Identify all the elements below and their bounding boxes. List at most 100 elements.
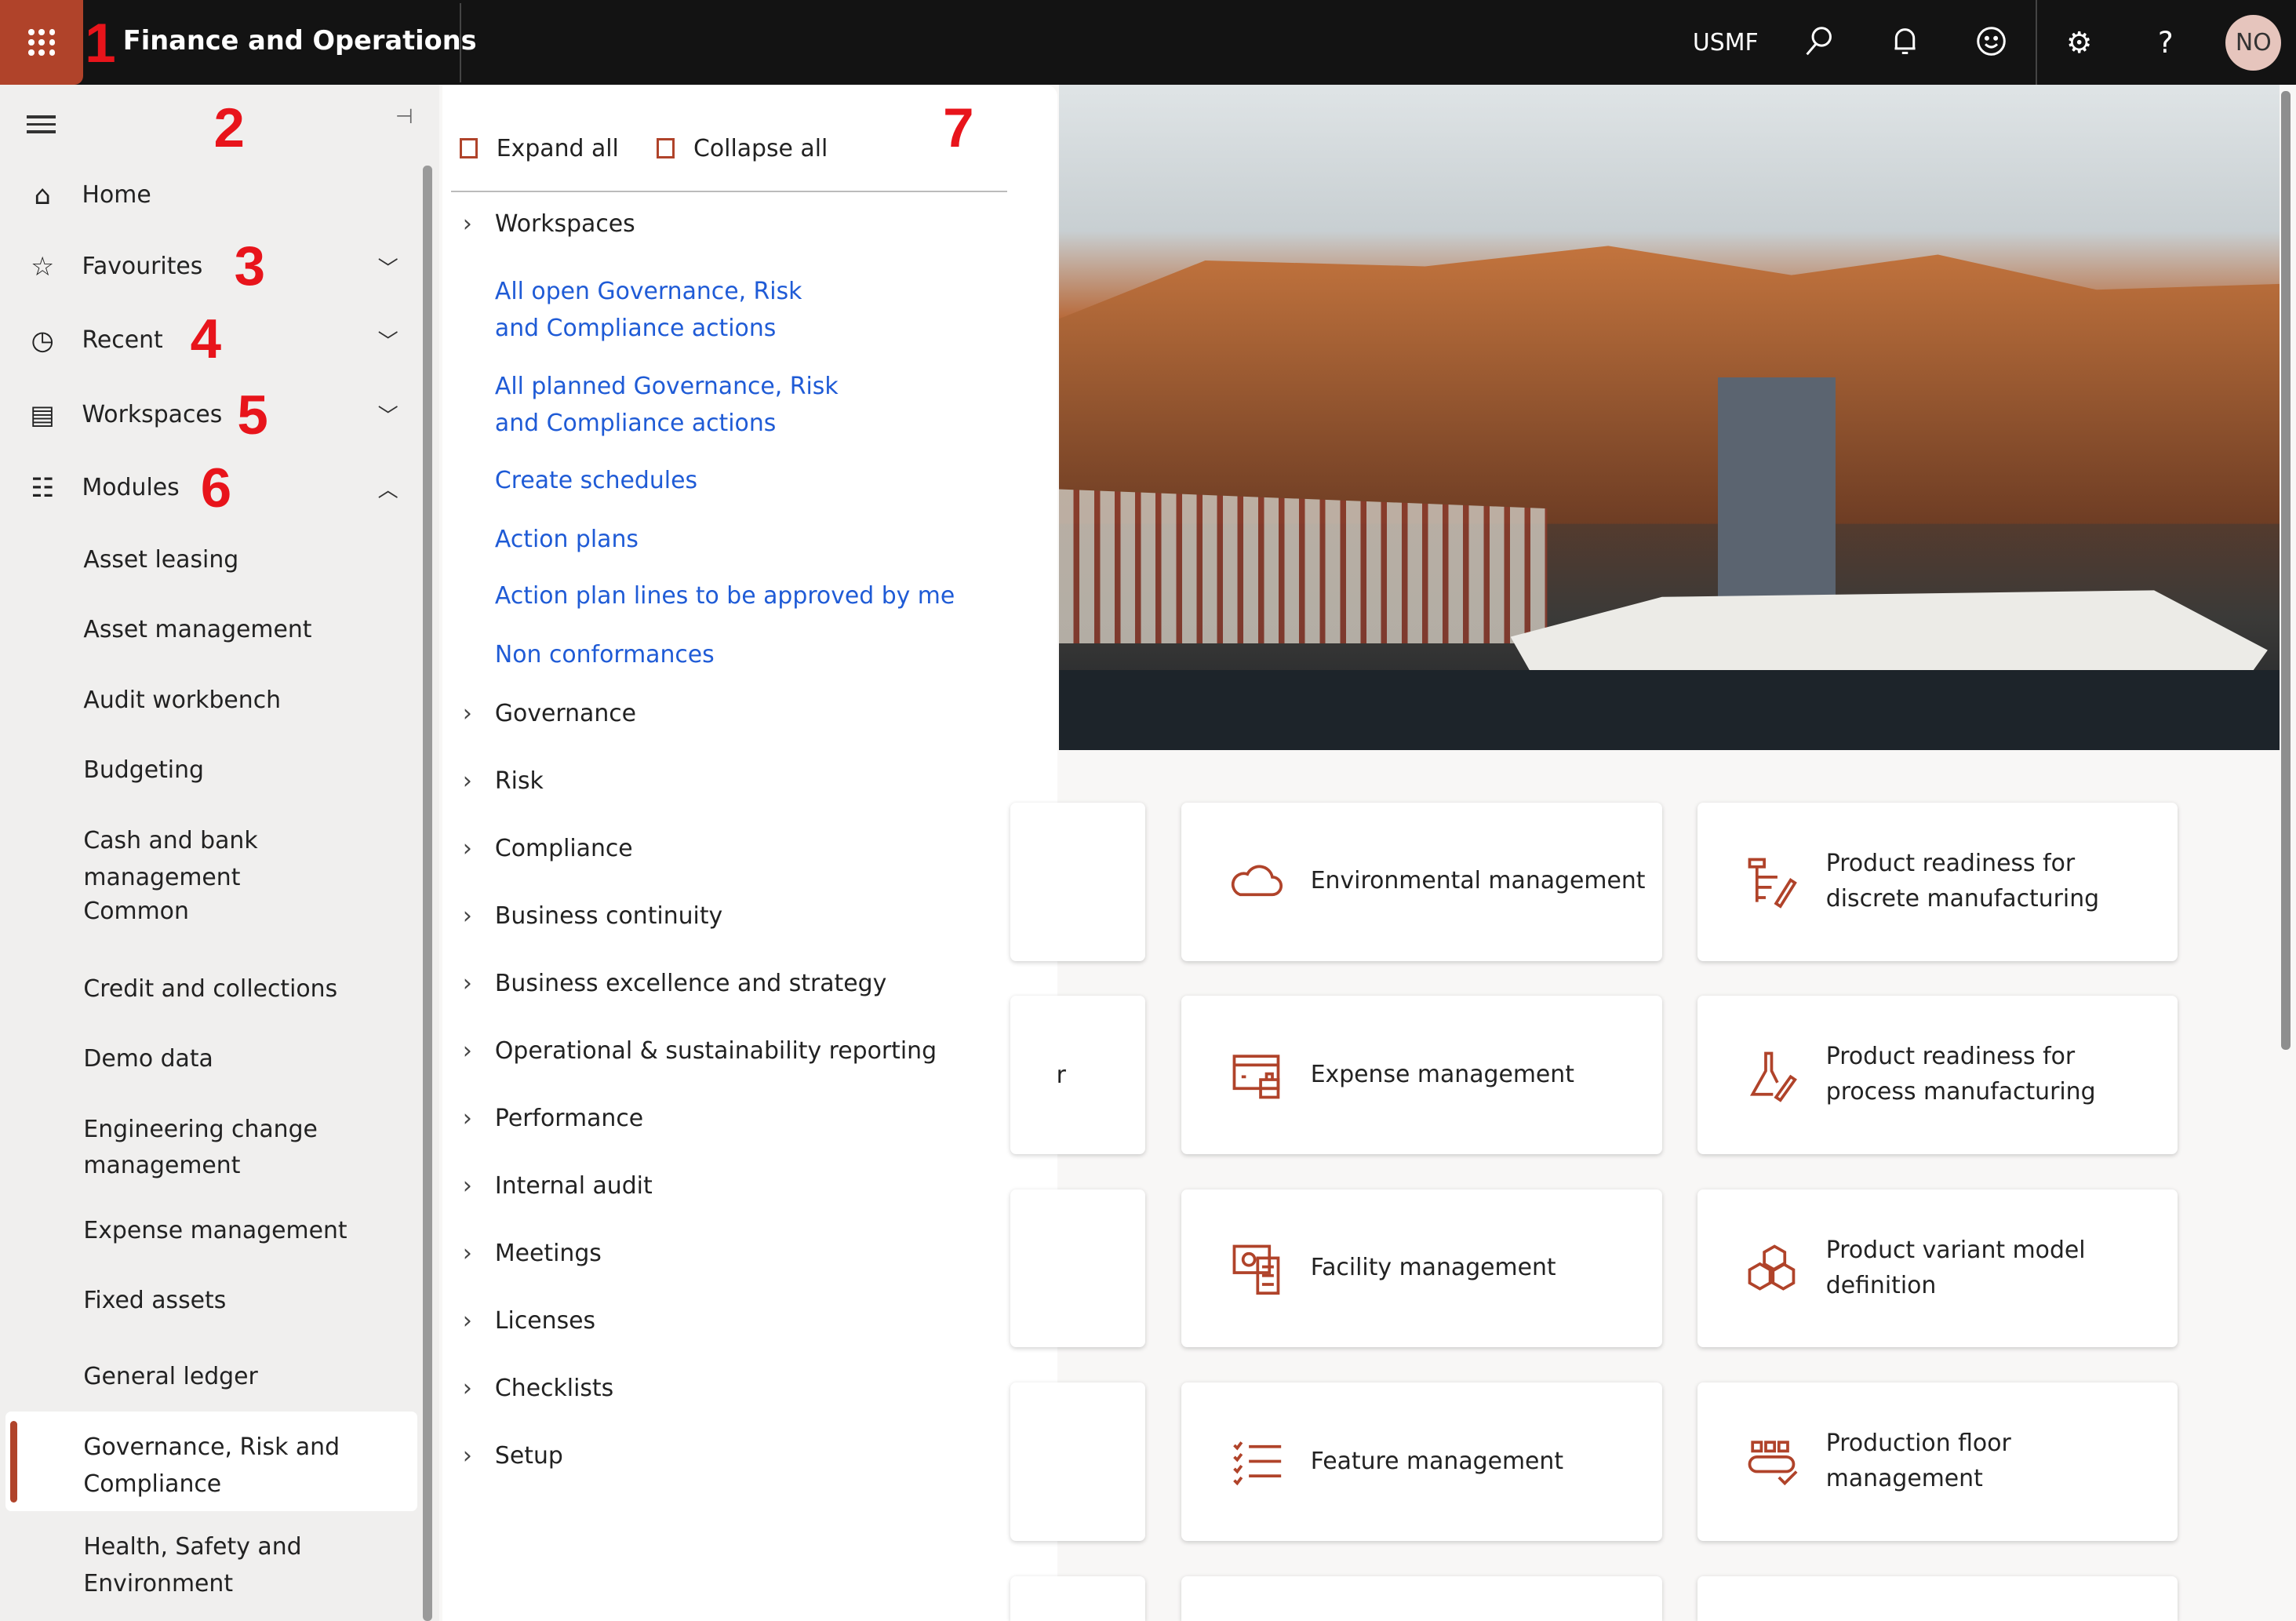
module-item[interactable]: Credit and collections bbox=[83, 971, 413, 1008]
module-item[interactable]: Cash and bank management bbox=[83, 823, 413, 896]
company-picker[interactable]: USMF bbox=[1693, 29, 1759, 56]
tile-partial[interactable]: r bbox=[1010, 996, 1145, 1154]
flyout-group[interactable]: › Checklists bbox=[463, 1371, 614, 1408]
module-item[interactable]: Expense management bbox=[83, 1213, 413, 1250]
group-workspaces[interactable]: › Workspaces bbox=[463, 206, 635, 243]
module-item[interactable]: Audit workbench bbox=[83, 683, 413, 719]
nav-item-home[interactable]: ⌂ Home bbox=[0, 173, 424, 217]
flask-icon bbox=[1744, 1047, 1799, 1103]
module-item[interactable]: General ledger bbox=[83, 1359, 413, 1396]
flyout-group[interactable]: › Governance bbox=[463, 696, 636, 733]
tile-product-readiness-for-process-manufacturing[interactable]: Product readiness for process manufactur… bbox=[1697, 996, 2178, 1154]
chevron-right-icon: › bbox=[462, 210, 472, 239]
module-item[interactable]: Budgeting bbox=[83, 752, 413, 789]
chevron-right-icon: › bbox=[462, 969, 472, 997]
chevron-right-icon: › bbox=[462, 834, 472, 862]
flyout-group[interactable]: › Licenses bbox=[463, 1303, 595, 1340]
tile-label: r bbox=[1056, 1061, 1066, 1089]
app-title[interactable]: Finance and Operations bbox=[123, 25, 477, 56]
avatar[interactable]: NO bbox=[2225, 14, 2282, 71]
smiley-icon[interactable] bbox=[1974, 25, 2009, 60]
collapse-all-button[interactable]: Collapse all bbox=[657, 135, 828, 162]
list-icon: ☷ bbox=[31, 472, 55, 504]
module-item[interactable]: Asset management bbox=[83, 612, 413, 649]
flyout-link[interactable]: All open Governance, Risk and Compliance… bbox=[495, 274, 846, 347]
hamburger-icon[interactable] bbox=[26, 111, 56, 138]
tile-label: Expense management bbox=[1310, 1060, 1574, 1088]
group-label: Compliance bbox=[494, 834, 633, 862]
flyout-group[interactable]: › Business continuity bbox=[463, 898, 723, 935]
flyout-group[interactable]: › Risk bbox=[463, 763, 544, 800]
tile-product-variant-model-definition[interactable]: Product variant model definition bbox=[1697, 1189, 2178, 1348]
tile-feature-management[interactable]: Feature management bbox=[1181, 1382, 1662, 1541]
annotation-label: 6 bbox=[200, 457, 232, 520]
tile-partial[interactable] bbox=[1010, 1575, 1145, 1621]
flyout-link[interactable]: Action plan lines to be approved by me bbox=[495, 578, 963, 615]
cloud-icon bbox=[1228, 854, 1284, 909]
tile-production-floor-management[interactable]: Production floor management bbox=[1697, 1382, 2178, 1541]
chevron-right-icon: › bbox=[462, 767, 472, 795]
expense-icon bbox=[1228, 1047, 1284, 1103]
nav-item-favourites[interactable]: ☆ Favourites ﹀ bbox=[0, 245, 424, 289]
flyout-link[interactable]: Create schedules bbox=[495, 463, 963, 500]
help-icon[interactable]: ? bbox=[2148, 25, 2183, 60]
group-label: Checklists bbox=[494, 1375, 614, 1403]
chevron-down-icon[interactable]: ﹀ bbox=[378, 399, 398, 429]
waffle-icon bbox=[28, 29, 55, 56]
tile-product-readiness-for-discrete-manufacturing[interactable]: Product readiness for discrete manufactu… bbox=[1697, 802, 2178, 961]
flyout-group[interactable]: › Compliance bbox=[463, 831, 633, 868]
nav-label: Home bbox=[82, 180, 151, 209]
tile[interactable] bbox=[1181, 1575, 1662, 1621]
tile-partial[interactable] bbox=[1010, 1189, 1145, 1348]
flyout-group[interactable]: › Meetings bbox=[463, 1236, 602, 1273]
nav-label: Workspaces bbox=[82, 400, 223, 428]
bell-icon[interactable] bbox=[1887, 25, 1923, 60]
flyout-group[interactable]: › Performance bbox=[463, 1101, 644, 1138]
nav-label: Favourites bbox=[82, 253, 203, 281]
tile-label: Facility management bbox=[1310, 1254, 1556, 1282]
flyout-link[interactable]: All planned Governance, Risk and Complia… bbox=[495, 369, 846, 442]
page-scrollbar[interactable] bbox=[2281, 90, 2291, 1051]
chevron-right-icon: › bbox=[462, 1240, 472, 1268]
group-label: Performance bbox=[494, 1105, 644, 1132]
tile[interactable] bbox=[1697, 1575, 2178, 1621]
chevron-up-icon[interactable]: ︿ bbox=[378, 473, 398, 503]
group-label: Business continuity bbox=[494, 902, 723, 930]
search-icon[interactable] bbox=[1801, 25, 1836, 60]
module-item[interactable]: Governance, Risk and Compliance bbox=[83, 1430, 413, 1503]
module-item[interactable]: Fixed assets bbox=[83, 1283, 413, 1320]
group-label: Operational & sustainability reporting bbox=[494, 1036, 937, 1065]
chevron-right-icon: › bbox=[462, 699, 472, 727]
pin-icon[interactable]: ⊣ bbox=[395, 105, 413, 129]
expand-all-button[interactable]: Expand all bbox=[460, 135, 619, 162]
flyout-group[interactable]: › Business excellence and strategy bbox=[463, 966, 886, 1003]
chevron-down-icon[interactable]: ﹀ bbox=[378, 325, 398, 355]
tile-label: Feature management bbox=[1310, 1447, 1564, 1475]
module-item[interactable]: Engineering change management bbox=[83, 1112, 413, 1185]
module-item[interactable]: Demo data bbox=[83, 1041, 413, 1078]
tile-partial[interactable] bbox=[1010, 802, 1145, 961]
flyout-group[interactable]: › Operational & sustainability reporting bbox=[463, 1033, 937, 1070]
module-item[interactable]: Asset leasing bbox=[83, 542, 413, 579]
module-item[interactable]: Health, Safety and Environment bbox=[83, 1529, 413, 1602]
home-icon: ⌂ bbox=[34, 179, 51, 210]
app-launcher-button[interactable] bbox=[0, 0, 84, 86]
group-label: Workspaces bbox=[494, 210, 635, 239]
annotation-label: 4 bbox=[190, 308, 222, 370]
module-item[interactable]: Common bbox=[83, 894, 413, 931]
tile-expense-management[interactable]: Expense management bbox=[1181, 996, 1662, 1154]
facility-icon bbox=[1228, 1240, 1284, 1296]
tile-partial[interactable] bbox=[1010, 1382, 1145, 1541]
nav-item-workspaces[interactable]: ▤ Workspaces ﹀ bbox=[0, 392, 424, 436]
flyout-link[interactable]: Non conformances bbox=[495, 637, 963, 674]
tile-facility-management[interactable]: Facility management bbox=[1181, 1189, 1662, 1348]
chevron-down-icon[interactable]: ﹀ bbox=[378, 252, 398, 282]
flyout-link[interactable]: Action plans bbox=[495, 522, 963, 559]
nav-scrollbar[interactable] bbox=[423, 165, 432, 1621]
chevron-right-icon: › bbox=[462, 1036, 472, 1065]
flyout-group[interactable]: › Internal audit bbox=[463, 1168, 653, 1205]
group-label: Setup bbox=[494, 1442, 563, 1470]
tile-environmental-management[interactable]: Environmental management bbox=[1181, 802, 1662, 961]
flyout-group[interactable]: › Setup bbox=[463, 1438, 563, 1475]
gear-icon[interactable]: ⚙ bbox=[2061, 25, 2097, 60]
